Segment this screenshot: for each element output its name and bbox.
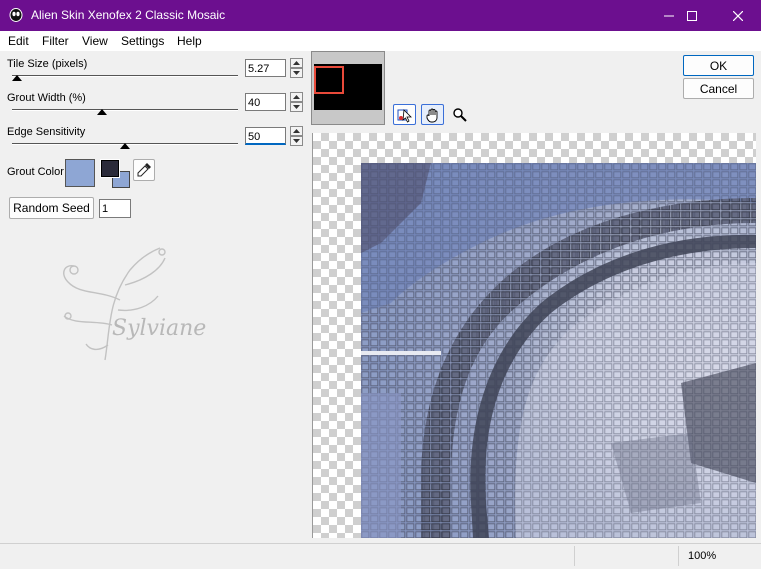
cancel-button[interactable]: Cancel xyxy=(683,78,754,99)
status-bar: 100% xyxy=(0,543,761,569)
navigator-view-frame[interactable] xyxy=(314,66,344,94)
watermark-signature: Sylviane xyxy=(112,316,206,341)
spin-up-icon[interactable] xyxy=(290,126,303,136)
tile-size-label: Tile Size (pixels) xyxy=(7,58,88,70)
pointer-tool-button[interactable] xyxy=(393,104,416,125)
tile-size-slider[interactable] xyxy=(12,75,238,77)
menu-settings[interactable]: Settings xyxy=(121,34,164,48)
status-divider xyxy=(574,546,575,566)
tile-size-slider-thumb[interactable] xyxy=(11,75,22,81)
menu-filter[interactable]: Filter xyxy=(42,34,69,48)
title-bar: Alien Skin Xenofex 2 Classic Mosaic xyxy=(0,0,761,31)
grout-width-slider[interactable] xyxy=(12,109,238,111)
spin-up-icon[interactable] xyxy=(290,92,303,102)
grout-width-slider-thumb[interactable] xyxy=(97,109,108,115)
sylviane-watermark-image: Sylviane xyxy=(63,247,206,361)
grout-width-label: Grout Width (%) xyxy=(7,92,86,104)
hand-tool-button[interactable] xyxy=(421,104,444,125)
spin-down-icon[interactable] xyxy=(290,136,303,146)
spin-up-icon[interactable] xyxy=(290,58,303,68)
maximize-button[interactable] xyxy=(669,0,715,31)
edge-sensitivity-spinner[interactable] xyxy=(290,126,303,146)
edge-sensitivity-slider-thumb[interactable] xyxy=(120,143,130,149)
zoom-tool-button[interactable] xyxy=(449,104,470,125)
edge-sensitivity-label: Edge Sensitivity xyxy=(7,126,86,138)
random-seed-button[interactable]: Random Seed xyxy=(9,197,94,219)
tile-size-spinner[interactable] xyxy=(290,58,303,78)
random-seed-input[interactable]: 1 xyxy=(99,199,131,218)
grout-color-label: Grout Color xyxy=(7,166,64,178)
pointer-icon xyxy=(397,108,412,123)
zoom-icon xyxy=(452,107,467,122)
grout-color-swatch[interactable] xyxy=(65,159,95,187)
spin-down-icon[interactable] xyxy=(290,102,303,112)
preview-canvas[interactable] xyxy=(312,133,756,538)
close-button[interactable] xyxy=(715,0,761,31)
menu-bar: Edit Filter View Settings Help xyxy=(0,31,761,51)
spin-down-icon[interactable] xyxy=(290,68,303,78)
navigator-panel[interactable] xyxy=(311,51,385,125)
status-divider xyxy=(678,546,679,566)
alien-skin-icon xyxy=(9,8,23,22)
window-title: Alien Skin Xenofex 2 Classic Mosaic xyxy=(31,8,226,22)
menu-edit[interactable]: Edit xyxy=(8,34,29,48)
edge-sensitivity-input[interactable]: 50 xyxy=(245,127,286,145)
menu-help[interactable]: Help xyxy=(177,34,202,48)
close-icon xyxy=(733,10,743,21)
maximize-icon xyxy=(687,10,697,21)
grout-width-spinner[interactable] xyxy=(290,92,303,112)
zoom-level: 100% xyxy=(688,550,717,562)
tile-size-input[interactable]: 5.27 xyxy=(245,59,286,77)
ok-button[interactable]: OK xyxy=(683,55,754,76)
grout-width-input[interactable]: 40 xyxy=(245,93,286,111)
foreground-color-swatch[interactable] xyxy=(100,159,120,178)
eyedropper-icon xyxy=(137,163,151,177)
menu-view[interactable]: View xyxy=(82,34,108,48)
mosaic-preview-image xyxy=(361,163,756,538)
hand-icon xyxy=(426,108,437,122)
eyedropper-button[interactable] xyxy=(133,159,155,181)
